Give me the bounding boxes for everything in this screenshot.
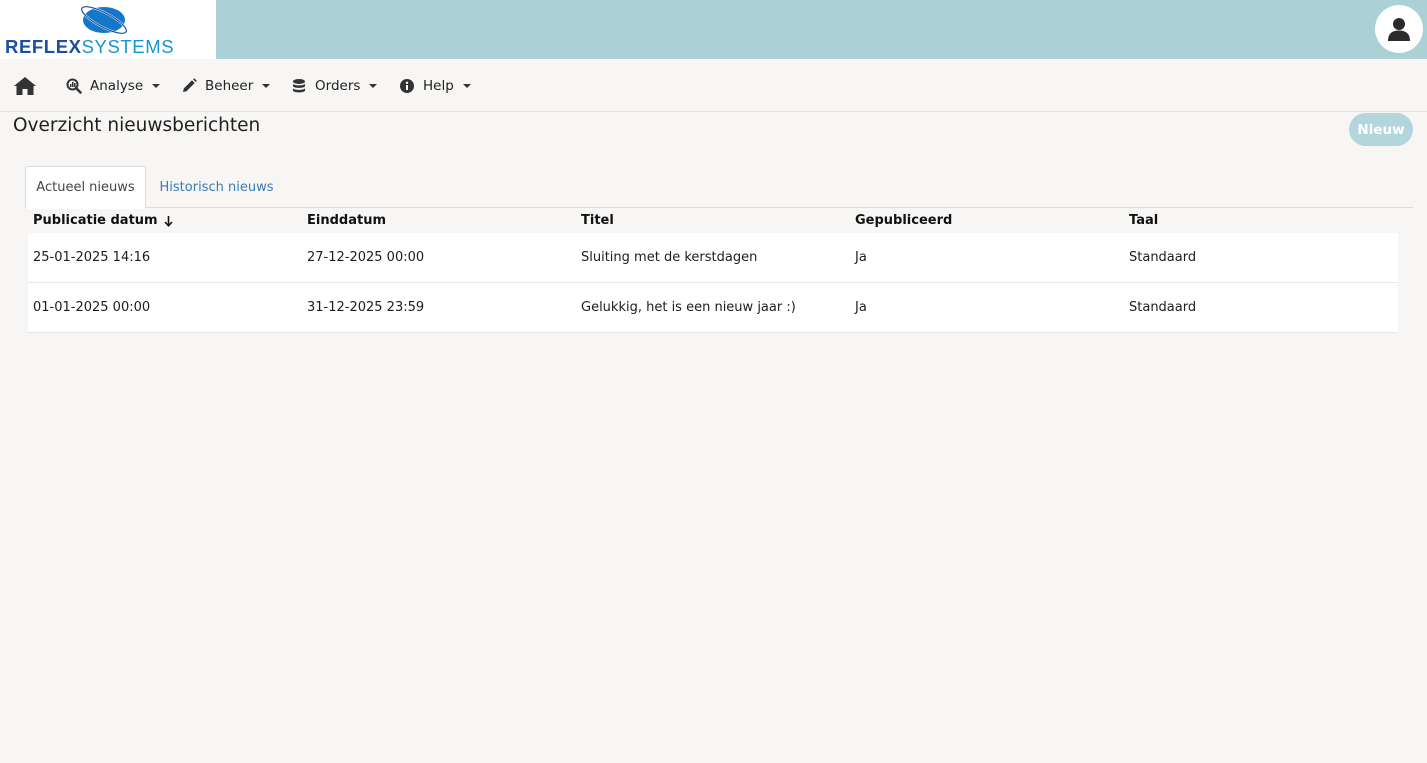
cell-einddatum: 27-12-2025 00:00 [307,250,425,265]
nav-orders[interactable]: Orders [291,75,378,97]
main-nav: Analyse Beheer Orders Help [0,59,1427,112]
user-icon [1388,18,1410,41]
news-tabs: Actueel nieuws Historisch nieuws [25,166,1413,209]
pencil-icon [183,78,197,92]
logo-text-light: SYSTEMS [81,38,175,56]
cell-gepubliceerd: Ja [855,250,867,265]
cell-titel: Sluiting met de kerstdagen [581,250,758,265]
nav-analyse-label: Analyse [90,78,144,94]
logo[interactable]: REFLEXSYSTEMS [0,0,216,59]
cell-publicatie-datum: 01-01-2025 00:00 [33,300,151,315]
page-title: Overzicht nieuwsberichten [13,115,261,136]
cell-taal: Standaard [1129,300,1197,315]
column-header-titel[interactable]: Titel [581,213,614,228]
nav-help-label: Help [423,78,454,94]
logo-mark-icon [80,5,128,35]
logo-text-bold: REFLEX [5,38,82,56]
tab-historisch-nieuws[interactable]: Historisch nieuws [146,166,287,208]
news-table: Publicatie datum Einddatum Titel Gepubli… [28,208,1398,333]
chevron-down-icon [262,84,271,88]
cell-einddatum: 31-12-2025 23:59 [307,300,425,315]
info-circle-icon [400,79,414,93]
column-header-publicatie-datum[interactable]: Publicatie datum [33,213,173,228]
column-header-taal[interactable]: Taal [1129,213,1158,228]
cell-publicatie-datum: 25-01-2025 14:16 [33,250,151,265]
cell-gepubliceerd: Ja [855,300,867,315]
column-header-einddatum[interactable]: Einddatum [307,213,386,228]
nav-beheer-label: Beheer [205,78,254,94]
home-icon [14,77,36,95]
nav-orders-label: Orders [315,78,361,94]
chevron-down-icon [369,84,378,88]
chevron-down-icon [152,84,161,88]
sort-descending-icon [164,215,173,227]
new-button[interactable]: Nieuw [1349,113,1413,146]
cell-taal: Standaard [1129,250,1197,265]
table-row[interactable]: 25-01-2025 14:16 27-12-2025 00:00 Sluiti… [28,233,1398,283]
home-button[interactable] [13,75,37,97]
tab-actueel-nieuws[interactable]: Actueel nieuws [25,166,146,209]
table-header: Publicatie datum Einddatum Titel Gepubli… [28,208,1398,233]
user-avatar-button[interactable] [1375,5,1423,53]
nav-beheer[interactable]: Beheer [181,75,271,97]
cell-titel: Gelukkig, het is een nieuw jaar :) [581,300,796,315]
column-header-gepubliceerd[interactable]: Gepubliceerd [855,213,952,228]
top-bar: REFLEXSYSTEMS [0,0,1427,59]
chevron-down-icon [462,84,471,88]
table-row[interactable]: 01-01-2025 00:00 31-12-2025 23:59 Gelukk… [28,283,1398,333]
nav-help[interactable]: Help [399,75,471,97]
column-header-label: Publicatie datum [33,213,158,228]
database-icon [293,79,305,93]
analysis-search-icon [66,78,82,94]
nav-analyse[interactable]: Analyse [66,75,161,97]
logo-text: REFLEXSYSTEMS [5,38,211,56]
